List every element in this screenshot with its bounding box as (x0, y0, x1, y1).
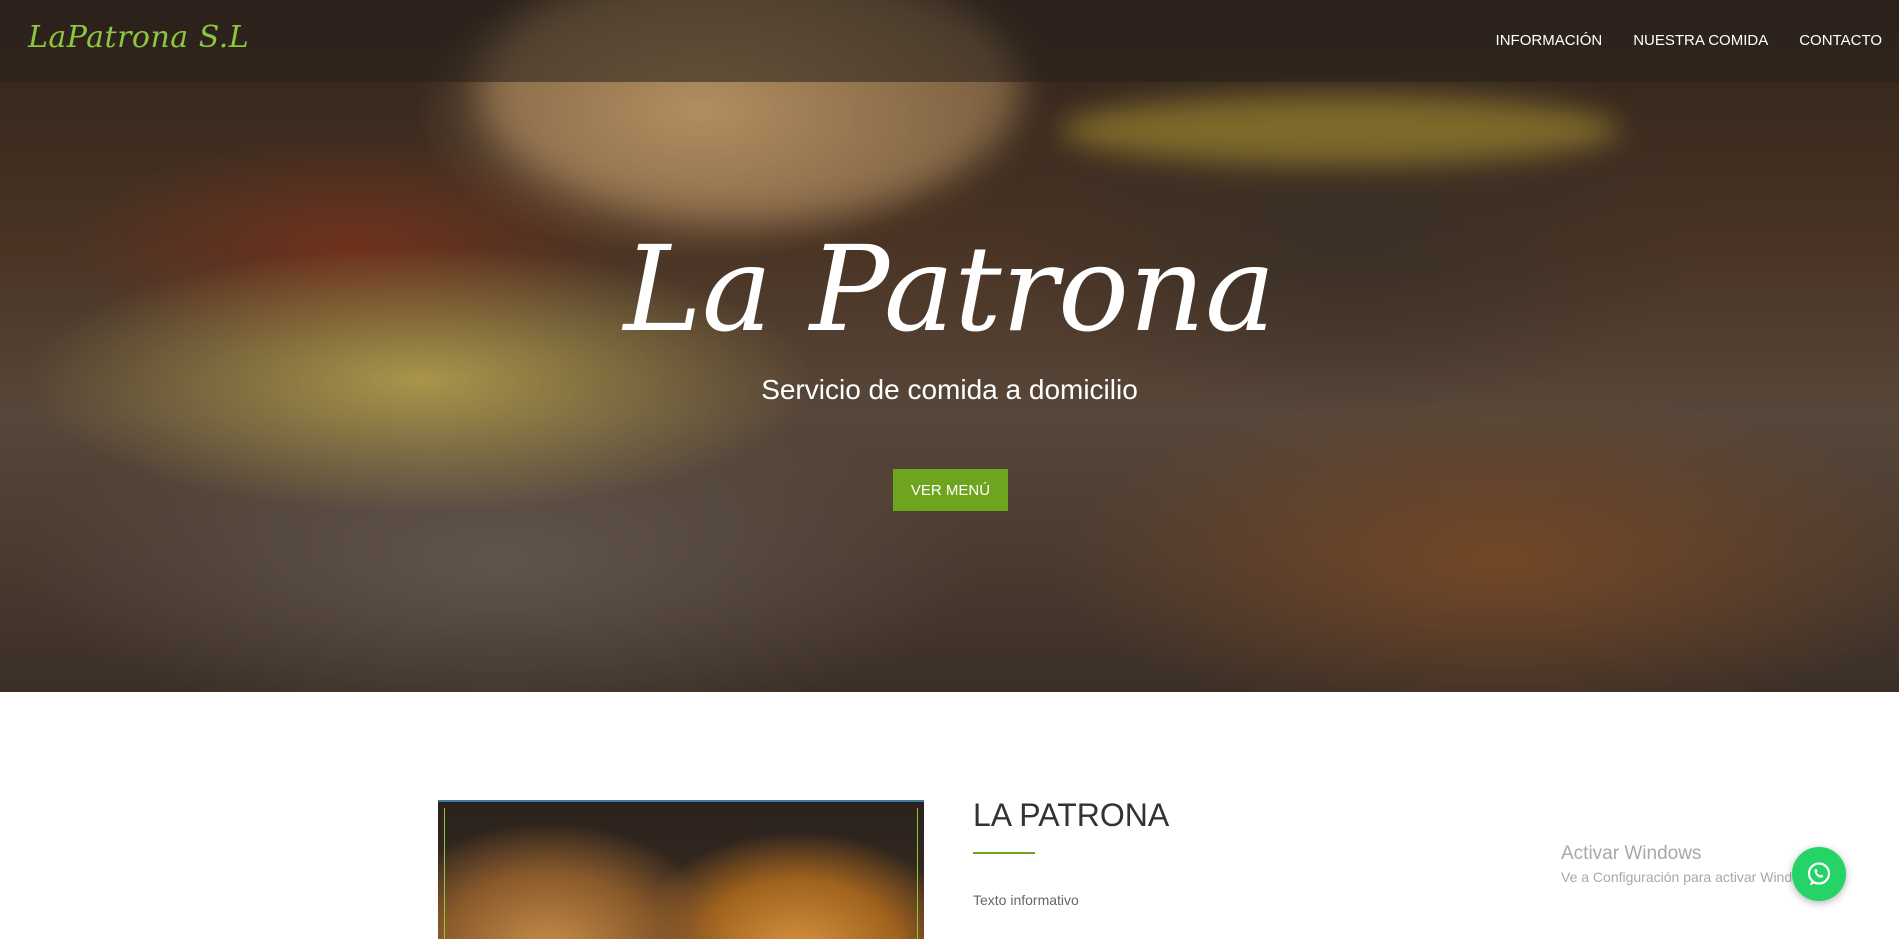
hero-subtitle: Servicio de comida a domicilio (761, 374, 1138, 405)
nav-link-informacion[interactable]: INFORMACIÓN (1496, 32, 1603, 49)
whatsapp-button[interactable] (1792, 847, 1846, 901)
brand-logo[interactable]: LaPatrona S.L (28, 20, 249, 55)
ver-menu-button[interactable]: VER MENÚ (893, 469, 1008, 511)
about-title: LA PATRONA (973, 797, 1170, 833)
about-image-frame (444, 808, 918, 939)
windows-activation-title: Activar Windows (1561, 843, 1702, 864)
about-burger-image (438, 800, 924, 939)
windows-activation-subtitle: Ve a Configuración para activar Windows. (1561, 869, 1801, 885)
nav-link-nuestra-comida[interactable]: NUESTRA COMIDA (1633, 32, 1768, 49)
nav-link-contacto[interactable]: CONTACTO (1799, 32, 1882, 49)
nav-links: INFORMACIÓN NUESTRA COMIDA CONTACTO (1496, 32, 1882, 49)
about-divider (973, 852, 1035, 854)
about-text: Texto informativo (973, 892, 1079, 908)
hero-title: La Patrona (623, 220, 1276, 358)
top-navbar: LaPatrona S.L INFORMACIÓN NUESTRA COMIDA… (0, 0, 1899, 82)
whatsapp-icon (1807, 862, 1831, 886)
